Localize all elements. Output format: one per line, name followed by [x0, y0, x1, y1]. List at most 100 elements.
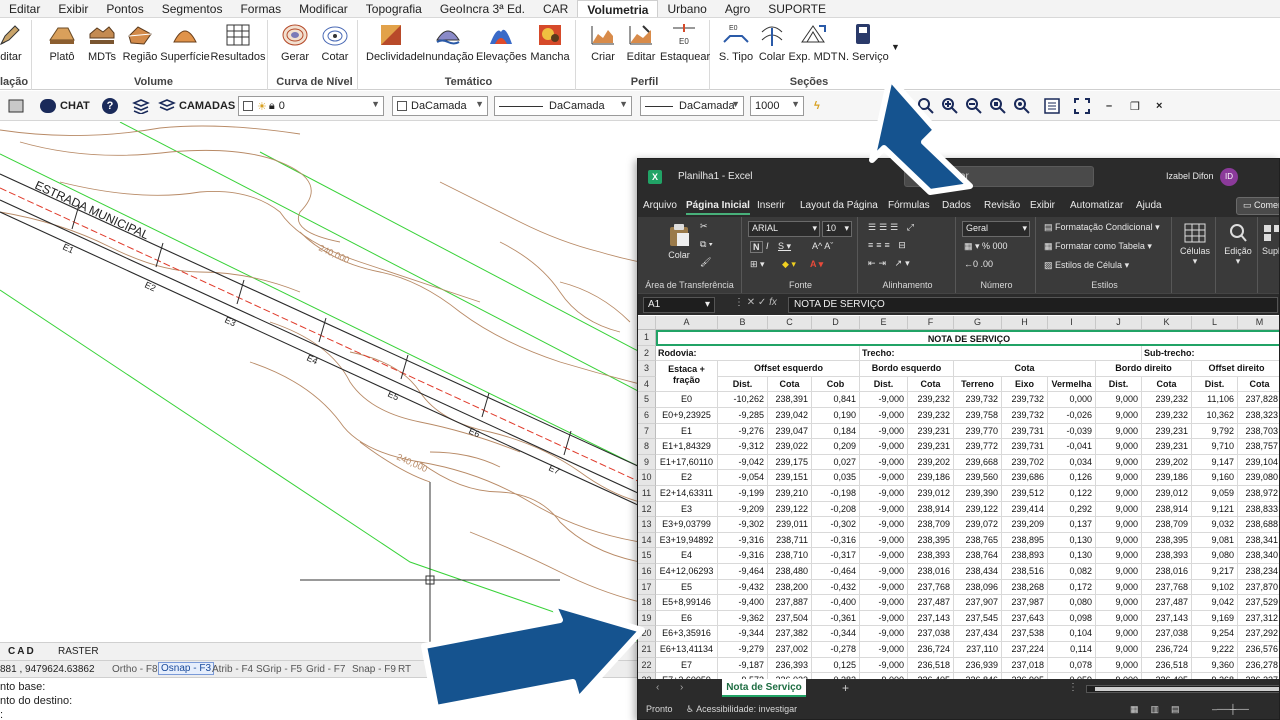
table-cell[interactable]: 239,772 [954, 439, 1002, 455]
table-cell[interactable]: E5 [656, 579, 718, 596]
fx-icon[interactable]: ⋮ ✕ ✓ fx [734, 297, 777, 308]
table-cell[interactable]: 238,914 [1142, 501, 1192, 518]
vertical-align-icons[interactable]: ☰☰☰ ⤢ [868, 222, 917, 233]
table-cell[interactable]: 239,012 [1142, 486, 1192, 502]
table-cell[interactable]: 239,686 [1002, 470, 1048, 486]
table-cell[interactable]: 238,516 [1002, 564, 1048, 580]
table-cell[interactable]: 238,757 [1238, 439, 1279, 455]
scale-select[interactable]: 1000 ▼ [750, 96, 804, 116]
table-cell[interactable]: 238,833 [1238, 502, 1279, 518]
header-cell[interactable]: Offset direito [1192, 361, 1279, 377]
table-cell[interactable]: 0,172 [1048, 579, 1096, 596]
cotar-button[interactable]: Cotar [316, 22, 354, 63]
table-cell[interactable]: 9,000 [1096, 579, 1142, 596]
tab-dados[interactable]: Dados [942, 200, 971, 211]
table-cell[interactable]: 238,709 [1142, 517, 1192, 533]
table-cell[interactable]: 0,104 [1048, 626, 1096, 642]
table-cell[interactable]: 237,110 [954, 642, 1002, 658]
table-cell[interactable]: 237,504 [768, 610, 812, 627]
table-cell[interactable]: 9,169 [1192, 610, 1238, 627]
row-header[interactable]: 10 [638, 470, 656, 486]
table-cell[interactable]: 239,668 [954, 454, 1002, 471]
table-cell[interactable]: 237,382 [768, 626, 812, 642]
table-cell[interactable]: 237,529 [1238, 595, 1279, 611]
table-cell[interactable]: 237,487 [1142, 595, 1192, 611]
header-cell[interactable]: Cota [1142, 376, 1192, 393]
camadas-button[interactable]: CAMADAS [158, 96, 235, 116]
table-cell[interactable]: 237,292 [1238, 626, 1279, 642]
tab-revisao[interactable]: Revisão [984, 200, 1020, 211]
table-cell[interactable]: 9,000 [1096, 408, 1142, 424]
tab-ajuda[interactable]: Ajuda [1136, 200, 1162, 211]
header-cell[interactable]: Cob [812, 376, 860, 393]
table-cell[interactable]: 238,710 [768, 548, 812, 564]
table-cell[interactable]: 237,487 [908, 595, 954, 611]
table-cell[interactable]: 237,545 [954, 610, 1002, 627]
column-header[interactable]: D [812, 316, 860, 330]
table-cell[interactable]: 0,122 [1048, 486, 1096, 502]
format-painter-icon[interactable]: 🖌︎ [700, 257, 711, 268]
plato-button[interactable]: Platô [44, 22, 80, 63]
table-cell[interactable]: 238,972 [1238, 486, 1279, 502]
table-cell[interactable]: 0,184 [812, 423, 860, 440]
toggle-snap[interactable]: Snap - F9 [352, 664, 396, 675]
tab-cad[interactable]: CAD [8, 646, 36, 657]
table-cell[interactable]: 9,000 [1096, 610, 1142, 627]
column-header[interactable]: M [1238, 316, 1279, 330]
number-format-select[interactable]: Geral ▾ [962, 221, 1030, 237]
table-cell[interactable]: -9,000 [860, 392, 908, 408]
table-cell[interactable]: 238,268 [1002, 579, 1048, 596]
table-cell[interactable]: -9,279 [718, 642, 768, 658]
table-cell[interactable]: 237,907 [954, 595, 1002, 611]
bold-button[interactable]: N [750, 241, 763, 253]
copy-icon[interactable]: ⧉ ▾ [700, 239, 713, 250]
table-cell[interactable]: 11,106 [1192, 392, 1238, 408]
table-cell[interactable]: 239,186 [908, 470, 954, 486]
zoom-slider[interactable]: –──┼── [1212, 704, 1249, 714]
font-color-icon[interactable]: A ▾ [810, 259, 823, 270]
table-cell[interactable]: 9,000 [1096, 564, 1142, 580]
header-cell[interactable]: Terreno [954, 376, 1002, 393]
table-cell[interactable]: 238,395 [1142, 532, 1192, 549]
table-cell[interactable]: 239,232 [908, 392, 954, 408]
row-header[interactable]: 4 [638, 376, 656, 393]
menu-tab[interactable]: Formas [231, 0, 290, 17]
table-cell[interactable]: E1 [656, 423, 718, 440]
table-cell[interactable]: 238,765 [954, 532, 1002, 549]
table-cell[interactable]: 238,200 [768, 579, 812, 596]
table-cell[interactable]: E6+13,41134 [656, 642, 718, 658]
table-cell[interactable]: 9,000 [1096, 423, 1142, 440]
table-cell[interactable]: E0+9,23925 [656, 408, 718, 424]
tab-arquivo[interactable]: Arquivo [643, 200, 677, 211]
addins-button[interactable]: Suple [1262, 223, 1279, 256]
restore-icon[interactable]: ❐ [1130, 96, 1140, 116]
row-header[interactable]: 14 [638, 532, 656, 549]
table-cell[interactable]: 9,000 [1096, 486, 1142, 502]
scrollbar-thumb[interactable] [1095, 687, 1279, 691]
zoom-extents-icon[interactable] [990, 96, 1006, 116]
toggle-osnap[interactable]: Osnap - F3 [158, 662, 215, 675]
table-cell[interactable]: 239,202 [1142, 454, 1192, 471]
italic-button[interactable]: I [766, 241, 769, 251]
table-cell[interactable]: 0,078 [1048, 657, 1096, 674]
table-cell[interactable]: 239,175 [768, 454, 812, 471]
accessibility-status[interactable]: ♿︎ Acessibilidade: investigar [686, 704, 797, 715]
underline-button[interactable]: S ▾ [778, 241, 791, 252]
column-header[interactable]: H [1002, 316, 1048, 330]
table-cell[interactable]: 0,000 [1048, 392, 1096, 408]
table-cell[interactable]: E2 [656, 470, 718, 486]
table-cell[interactable]: E1+1,84329 [656, 439, 718, 455]
table-cell[interactable]: 238,391 [768, 392, 812, 408]
table-cell[interactable]: 239,011 [768, 517, 812, 533]
column-header[interactable]: G [954, 316, 1002, 330]
menu-tab[interactable]: SUPORTE [759, 0, 835, 17]
toggle-sgrip[interactable]: SGrip - F5 [256, 664, 302, 675]
table-cell[interactable]: 9,000 [1096, 626, 1142, 642]
currency-icon[interactable]: ▦ ▾ % 000 [964, 241, 1008, 252]
row-header[interactable]: 11 [638, 486, 656, 502]
table-cell[interactable]: 9,000 [1096, 548, 1142, 564]
table-cell[interactable]: -9,000 [860, 486, 908, 502]
table-cell[interactable]: -9,000 [860, 423, 908, 440]
row-header[interactable]: 9 [638, 454, 656, 471]
tab-raster[interactable]: RASTER [58, 646, 99, 657]
